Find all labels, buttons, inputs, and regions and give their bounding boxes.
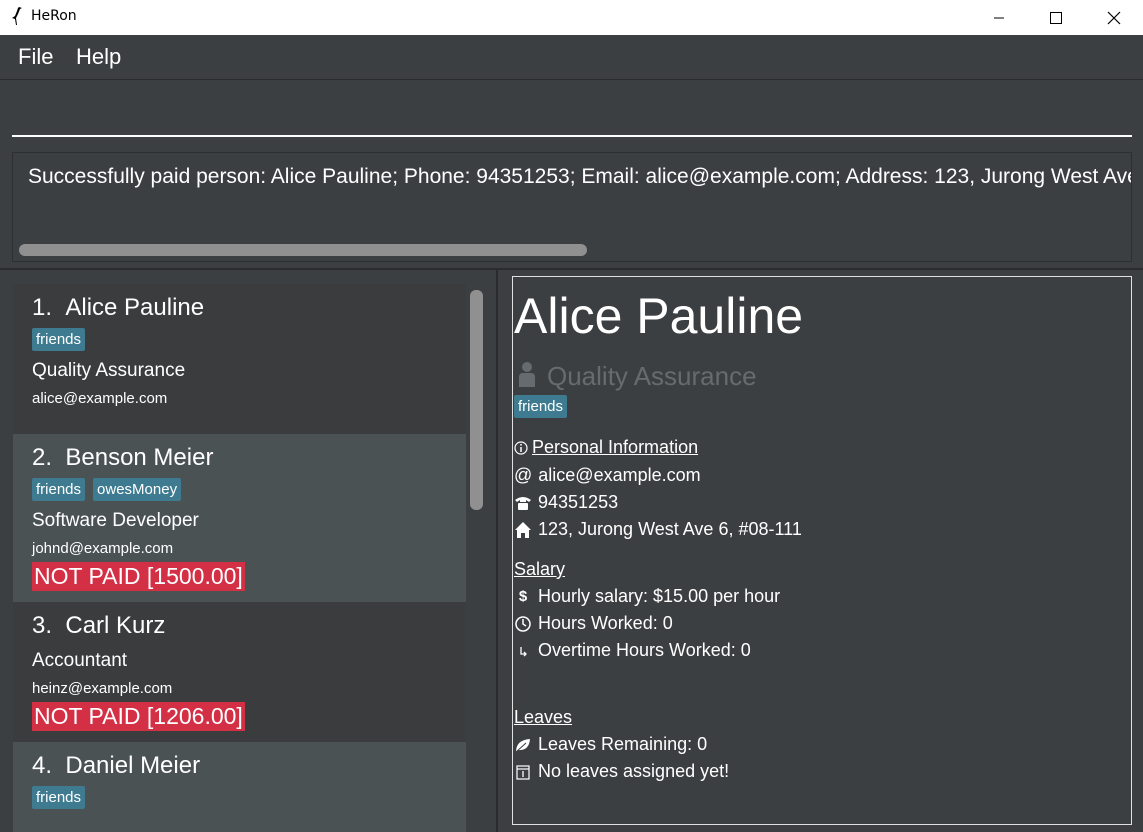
heron-app-icon xyxy=(12,7,22,25)
overtime-hours-row: Overtime Hours Worked: 0 xyxy=(514,640,751,661)
payment-status-badge: NOT PAID [1206.00] xyxy=(32,702,245,731)
tag-list: friends xyxy=(32,786,86,809)
overtime-icon xyxy=(520,646,527,656)
home-icon xyxy=(515,521,531,538)
person-card[interactable]: 2. Benson Meier friends owesMoney Softwa… xyxy=(13,434,466,602)
command-box xyxy=(0,81,1143,145)
person-name: 2. Benson Meier xyxy=(32,444,214,471)
close-icon xyxy=(1107,11,1121,24)
person-name: 4. Daniel Meier xyxy=(32,752,201,779)
person-name: 3. Carl Kurz xyxy=(32,612,166,639)
detail-role: Quality Assurance xyxy=(547,361,757,391)
leaves-assigned: No leaves assigned yet! xyxy=(538,761,730,781)
close-button[interactable] xyxy=(1085,0,1143,35)
maximize-button[interactable] xyxy=(1027,0,1085,35)
detail-address-row: 123, Jurong West Ave 6, #08-111 xyxy=(514,519,802,540)
tag: friends xyxy=(32,328,86,351)
info-icon xyxy=(514,440,528,455)
detail-email: alice@example.com xyxy=(538,465,701,485)
person-email: alice@example.com xyxy=(32,390,168,407)
title-bar: HeRon xyxy=(0,0,1143,35)
menu-help[interactable]: Help xyxy=(76,44,121,70)
hourly-salary: Hourly salary: $15.00 per hour xyxy=(538,586,781,606)
person-list-panel: 1. Alice Pauline friends Quality Assuran… xyxy=(0,270,498,832)
leaves-heading: Leaves xyxy=(514,707,573,727)
window-title: HeRon xyxy=(31,8,77,24)
maximize-icon xyxy=(1050,11,1062,24)
phone-icon xyxy=(515,496,531,510)
calendar-icon xyxy=(516,764,530,780)
person-email: johnd@example.com xyxy=(32,540,174,557)
person-detail-panel: Alice Pauline Quality Assurance friends … xyxy=(512,276,1132,825)
tag-list: friends owesMoney xyxy=(32,478,182,501)
minimize-icon xyxy=(994,17,1004,18)
detail-address: 123, Jurong West Ave 6, #08-111 xyxy=(538,519,802,539)
dollar-icon: $ xyxy=(518,588,528,605)
result-display: Successfully paid person: Alice Pauline;… xyxy=(12,152,1132,262)
detail-name: Alice Pauline xyxy=(514,288,804,344)
menu-bar: File Help xyxy=(0,35,1143,80)
hours-worked: Hours Worked: 0 xyxy=(538,613,673,633)
list-vertical-scrollbar[interactable] xyxy=(470,290,483,510)
clock-icon xyxy=(515,615,531,632)
leaf-icon xyxy=(515,738,530,752)
person-role: Quality Assurance xyxy=(32,360,186,381)
person-card[interactable]: 1. Alice Pauline friends Quality Assuran… xyxy=(13,284,466,434)
person-icon xyxy=(519,362,535,387)
personal-info-heading: Personal Information xyxy=(514,437,698,458)
detail-phone-row: 94351253 xyxy=(514,492,618,513)
detail-email-row: @ alice@example.com xyxy=(514,465,701,486)
person-role: Software Developer xyxy=(32,510,199,531)
leaves-assigned-row: No leaves assigned yet! xyxy=(514,761,729,782)
person-email: heinz@example.com xyxy=(32,680,173,697)
leaves-remaining: Leaves Remaining: 0 xyxy=(538,734,708,754)
payment-status-badge: NOT PAID [1500.00] xyxy=(32,562,245,591)
menu-file[interactable]: File xyxy=(18,44,53,70)
tag: friends xyxy=(32,786,86,809)
tag-list: friends xyxy=(32,328,86,351)
person-name: 1. Alice Pauline xyxy=(32,294,205,321)
tag: friends xyxy=(32,478,86,501)
hourly-salary-row: $ Hourly salary: $15.00 per hour xyxy=(514,586,780,607)
overtime-hours: Overtime Hours Worked: 0 xyxy=(538,640,751,660)
command-input[interactable] xyxy=(12,95,1132,137)
person-card[interactable]: 4. Daniel Meier friends xyxy=(13,742,466,832)
person-role: Accountant xyxy=(32,650,128,671)
result-horizontal-scrollbar[interactable] xyxy=(19,244,587,256)
salary-heading: Salary xyxy=(514,559,566,579)
result-message: Successfully paid person: Alice Pauline;… xyxy=(28,165,1132,188)
tag: friends xyxy=(514,395,568,418)
person-card[interactable]: 3. Carl Kurz Accountant heinz@example.co… xyxy=(13,602,466,742)
detail-phone: 94351253 xyxy=(538,492,619,512)
tag: owesMoney xyxy=(93,478,182,501)
detail-tag-list: friends xyxy=(514,395,568,418)
at-icon: @ xyxy=(514,465,533,485)
hours-worked-row: Hours Worked: 0 xyxy=(514,613,673,634)
minimize-button[interactable] xyxy=(970,0,1028,35)
leaves-remaining-row: Leaves Remaining: 0 xyxy=(514,734,707,755)
